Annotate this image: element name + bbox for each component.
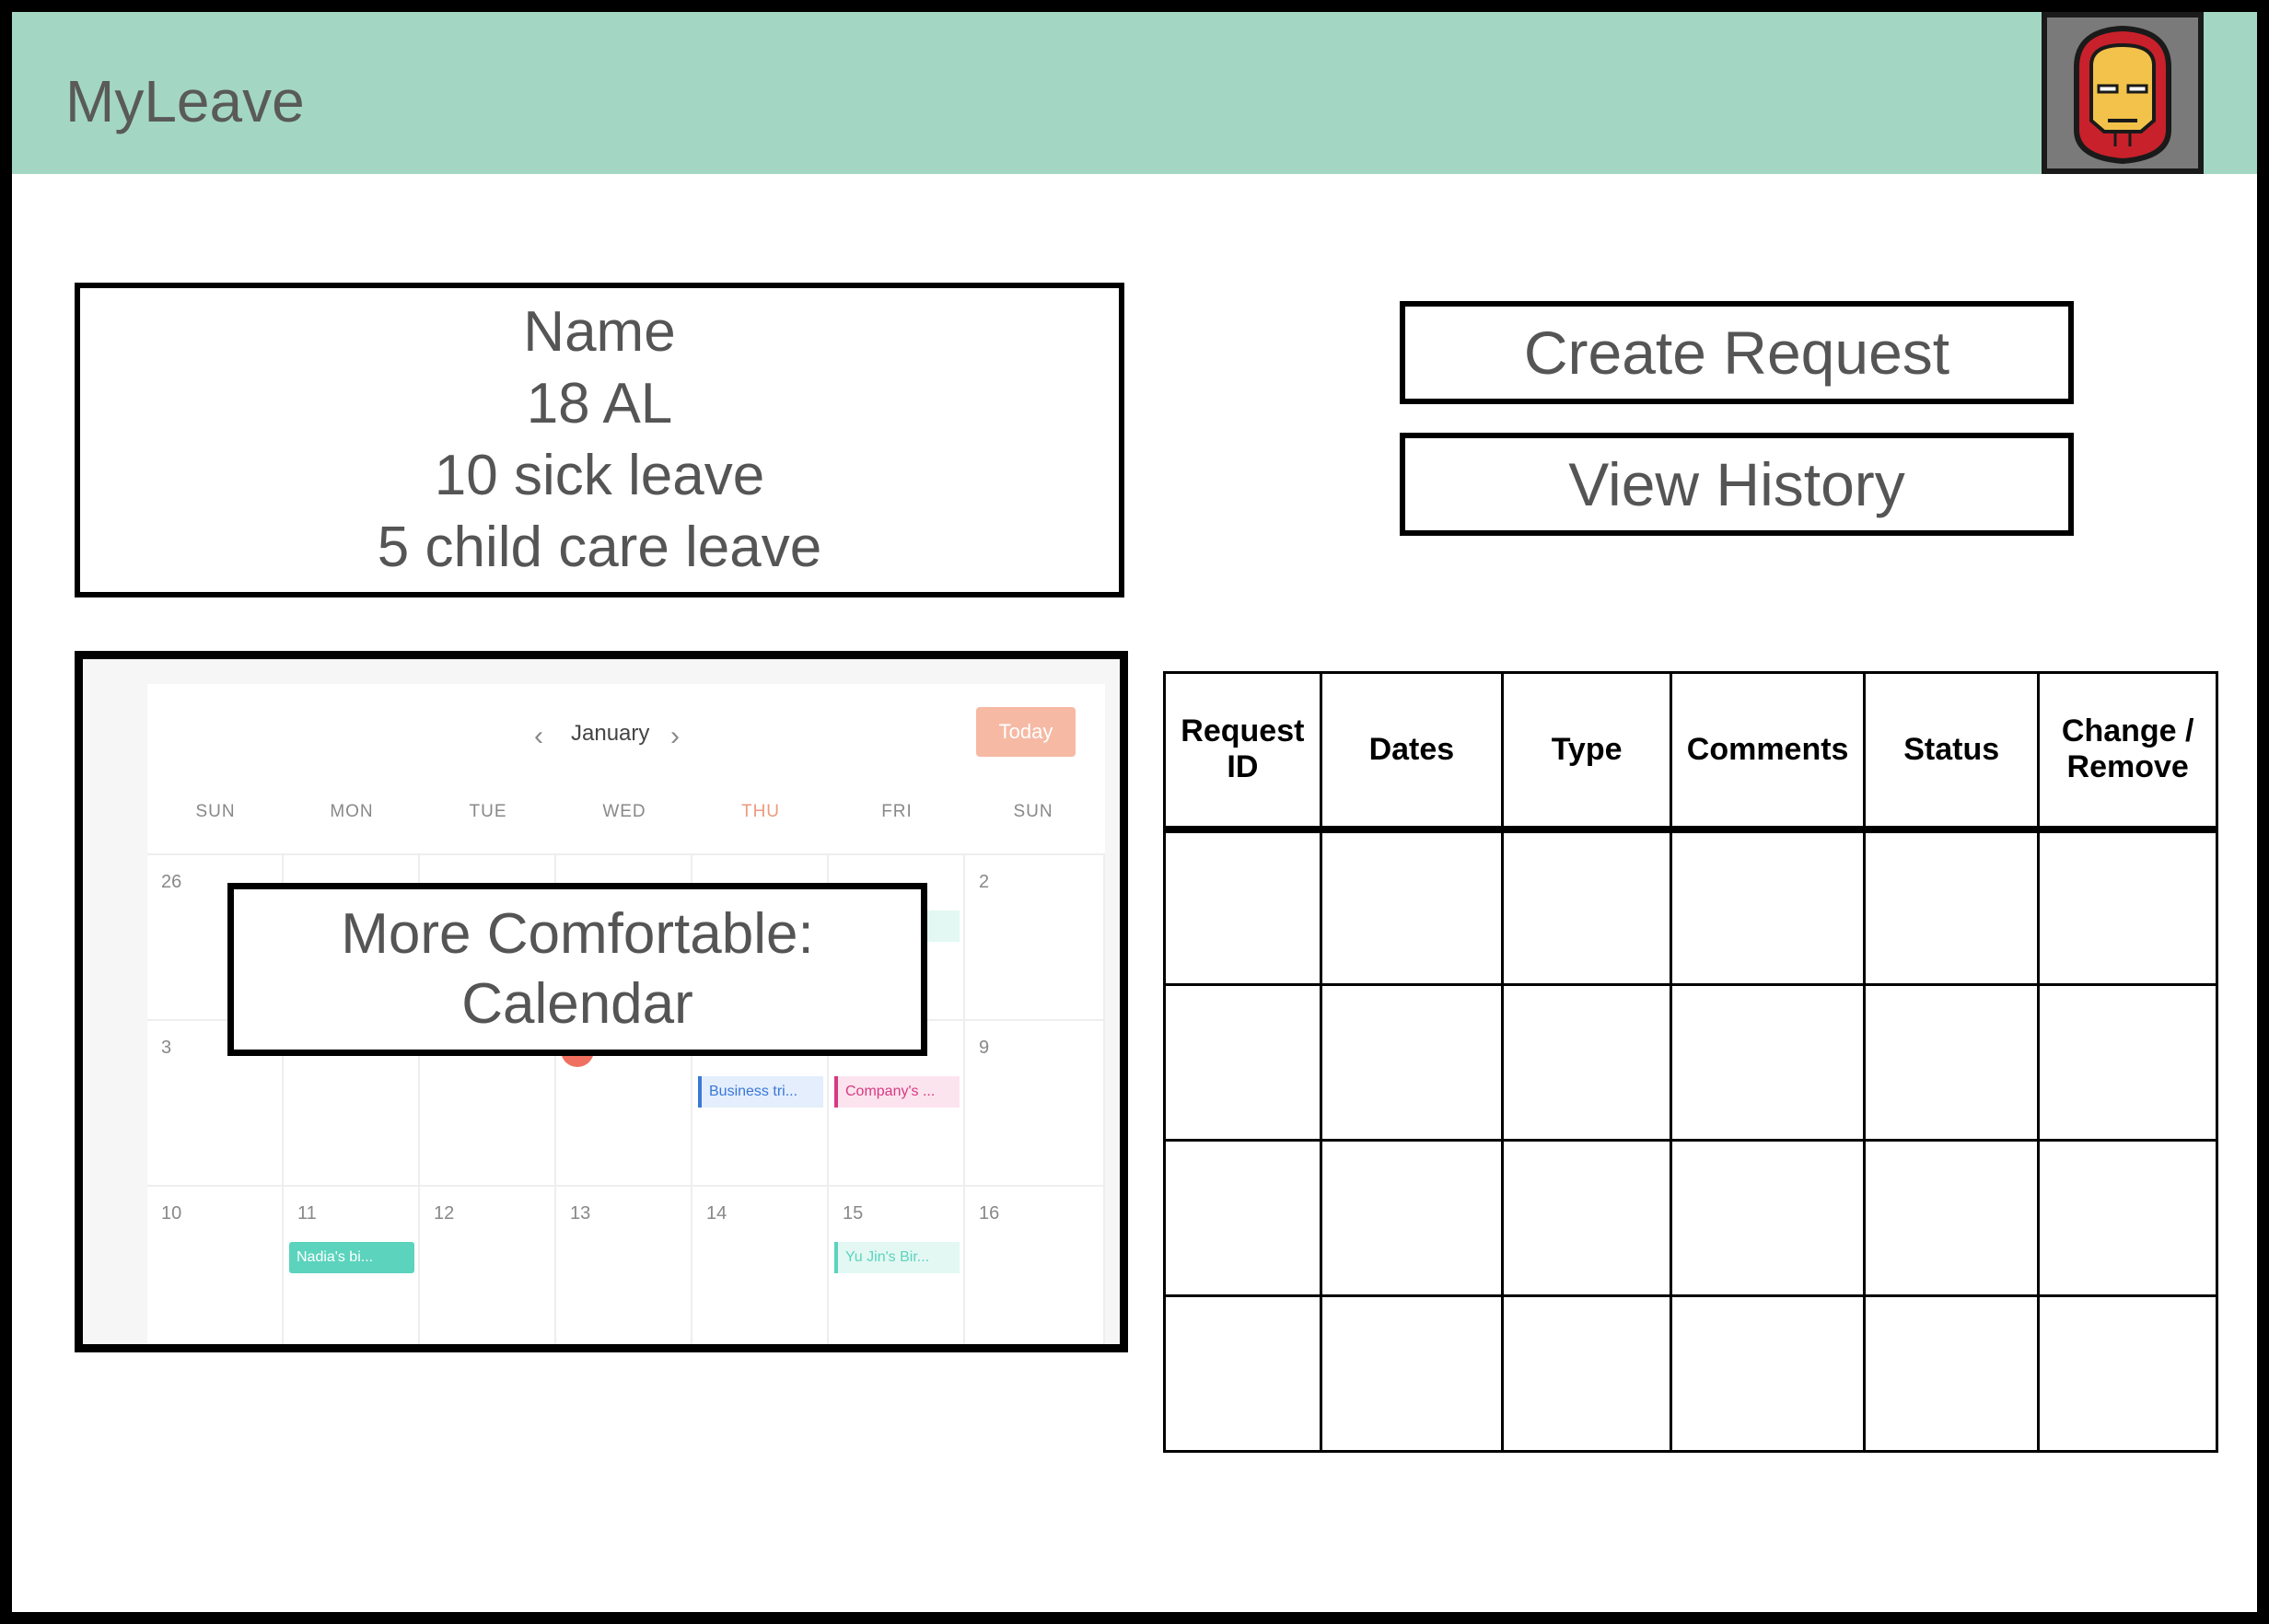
calendar-day[interactable]: 9: [965, 1021, 1105, 1187]
table-row[interactable]: [1163, 983, 2218, 1142]
calendar-panel: ‹ January › Today SUN MON TUE WED THU FR…: [75, 651, 1128, 1352]
day-number: 10: [161, 1203, 182, 1224]
weekday-label: WED: [602, 802, 646, 821]
sick-leave-balance: 10 sick leave: [434, 444, 765, 507]
table-cell[interactable]: [2037, 983, 2218, 1142]
day-number: 15: [843, 1203, 864, 1224]
column-header-change-remove: Change / Remove: [2037, 671, 2218, 833]
calendar-day[interactable]: 15 Yu Jin's Bir...: [829, 1187, 965, 1344]
chevron-left-icon[interactable]: ‹: [534, 721, 543, 752]
table-cell: [1163, 828, 1322, 986]
table-cell: [1670, 1294, 1866, 1453]
calendar-day[interactable]: 10: [147, 1187, 284, 1344]
calendar-day[interactable]: 11 Nadia's bi...: [284, 1187, 420, 1344]
app-frame: MyLeave Name 18 AL 10 sick leave 5 child…: [12, 12, 2257, 1612]
day-number: 2: [979, 872, 990, 892]
day-number: 12: [434, 1203, 455, 1224]
table-cell[interactable]: [2037, 828, 2218, 986]
table-cell: [1500, 983, 1673, 1142]
table-cell[interactable]: [2037, 1294, 2218, 1453]
day-number: 13: [570, 1203, 591, 1224]
table-cell: [1500, 1139, 1673, 1297]
calendar-day[interactable]: 12: [420, 1187, 556, 1344]
calendar-event[interactable]: Company's ...: [834, 1076, 960, 1108]
requests-table: Request ID Dates Type Comments Status Ch…: [1163, 671, 2218, 1453]
weekday-label: MON: [330, 802, 374, 821]
create-request-button[interactable]: Create Request: [1400, 301, 2074, 404]
weekday-header: SUN MON TUE WED THU FRI SUN: [147, 785, 1105, 855]
day-number: 14: [706, 1203, 727, 1224]
calendar-nav: ‹ January › Today: [147, 684, 1105, 785]
column-header-request-id: Request ID: [1163, 671, 1322, 833]
table-cell: [1319, 828, 1505, 986]
day-number: 3: [161, 1038, 172, 1058]
table-cell: [1163, 983, 1322, 1142]
month-label: January: [571, 721, 650, 746]
table-header-row: Request ID Dates Type Comments Status Ch…: [1163, 671, 2218, 833]
table-cell: [1500, 828, 1673, 986]
table-row[interactable]: [1163, 1294, 2218, 1453]
today-button[interactable]: Today: [976, 707, 1076, 757]
calendar-event[interactable]: Business tri...: [698, 1076, 823, 1108]
child-care-leave-balance: 5 child care leave: [377, 516, 822, 579]
table-cell: [1163, 1139, 1322, 1297]
table-row[interactable]: [1163, 1139, 2218, 1297]
annotation-line: More Comfortable:: [341, 902, 814, 966]
day-number: 26: [161, 872, 182, 892]
table-cell: [1670, 1139, 1866, 1297]
column-header-type: Type: [1500, 671, 1673, 833]
calendar-day[interactable]: 14: [692, 1187, 829, 1344]
table-cell: [1862, 983, 2041, 1142]
calendar-day[interactable]: 16: [965, 1187, 1105, 1344]
header-bar: MyLeave: [12, 12, 2257, 174]
calendar-event[interactable]: Nadia's bi...: [289, 1242, 414, 1273]
weekday-label: THU: [740, 802, 781, 821]
annual-leave-balance: 18 AL: [526, 372, 673, 435]
table-cell: [1670, 983, 1866, 1142]
table-row[interactable]: [1163, 828, 2218, 986]
view-history-button[interactable]: View History: [1400, 433, 2074, 536]
table-cell: [1163, 1294, 1322, 1453]
table-cell[interactable]: [2037, 1139, 2218, 1297]
user-avatar[interactable]: [2042, 12, 2204, 174]
chevron-right-icon[interactable]: ›: [670, 721, 680, 752]
day-number: 16: [979, 1203, 1000, 1224]
weekday-label: FRI: [881, 802, 913, 821]
weekday-label: TUE: [469, 802, 507, 821]
employee-name: Name: [523, 300, 676, 364]
table-cell: [1670, 828, 1866, 986]
table-cell: [1862, 1139, 2041, 1297]
table-cell: [1500, 1294, 1673, 1453]
table-cell: [1319, 1294, 1505, 1453]
calendar-event[interactable]: Yu Jin's Bir...: [834, 1242, 960, 1273]
column-header-comments: Comments: [1670, 671, 1866, 833]
column-header-dates: Dates: [1319, 671, 1505, 833]
table-cell: [1319, 1139, 1505, 1297]
leave-summary-card: Name 18 AL 10 sick leave 5 child care le…: [75, 283, 1124, 597]
column-header-status: Status: [1862, 671, 2041, 833]
app-title: MyLeave: [65, 68, 305, 134]
calendar-day[interactable]: 2: [965, 855, 1105, 1021]
table-cell: [1319, 983, 1505, 1142]
table-cell: [1862, 1294, 2041, 1453]
weekday-label: SUN: [195, 802, 236, 821]
day-number: 11: [297, 1203, 317, 1224]
calendar-annotation: More Comfortable: Calendar: [227, 883, 927, 1056]
iron-man-avatar-icon: [2047, 17, 2198, 168]
weekday-label: SUN: [1013, 802, 1053, 821]
table-cell: [1862, 828, 2041, 986]
day-number: 9: [979, 1038, 990, 1058]
calendar-day[interactable]: 13: [556, 1187, 692, 1344]
annotation-line: Calendar: [461, 972, 693, 1036]
